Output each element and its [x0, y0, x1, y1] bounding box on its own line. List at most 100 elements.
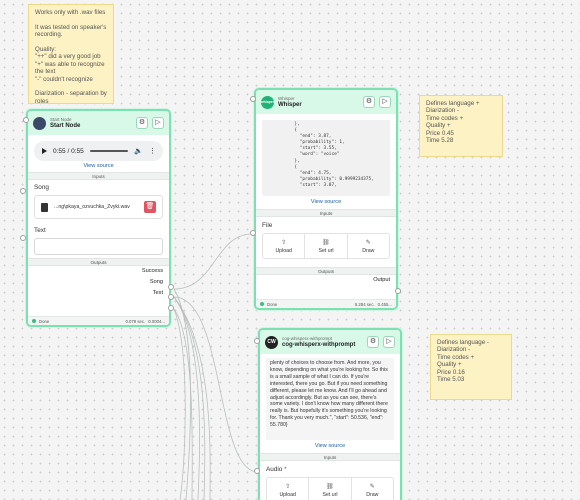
draw-button[interactable]: ✎ Draw: [348, 234, 389, 258]
audio-player[interactable]: 0:55 / 0:55 🔈 ⋮: [34, 141, 163, 161]
text-label: Text: [34, 227, 46, 234]
cog-audio-handle[interactable]: [254, 468, 260, 474]
whisper-logo-icon: whisper: [260, 95, 275, 109]
start-node-header[interactable]: Start Node Start Node ⚙ ▷: [28, 111, 169, 135]
more-icon[interactable]: ⋮: [149, 147, 156, 155]
note-whisper[interactable]: Defines language + Diarization - Time co…: [419, 95, 503, 157]
inputs-divider: Inputs: [256, 209, 396, 217]
wire-song-to-cog-audio: [173, 296, 259, 473]
whisper-node-header[interactable]: whisper Whisper Whisper ⚙ ▷: [256, 90, 396, 114]
cog-top-handle[interactable]: [254, 338, 260, 344]
pencil-icon: ✎: [365, 239, 371, 246]
run-icon[interactable]: ▷: [379, 96, 391, 108]
note-left[interactable]: Works only with .wav files It was tested…: [28, 4, 114, 127]
output-song: Song: [149, 279, 163, 285]
wire-song-to-whisper-file: [173, 233, 253, 290]
start-node-top-handle[interactable]: [23, 117, 29, 123]
text-input-handle[interactable]: [20, 235, 26, 241]
output-text: Text: [152, 290, 163, 296]
whisper-node-title: Whisper: [278, 102, 302, 108]
wire-song-down-4: [173, 288, 191, 500]
draw-button[interactable]: ✎ Draw: [352, 478, 393, 500]
output-success: Success: [141, 268, 163, 274]
settings-icon[interactable]: ⚙: [363, 96, 375, 108]
whisper-node-footer: Done 5.284 sec. 0.455...: [256, 299, 396, 308]
wire-song-down-1: [173, 296, 200, 500]
start-node-title: Start Node: [50, 123, 81, 129]
whisper-node[interactable]: whisper Whisper Whisper ⚙ ▷ }, { "end": …: [254, 88, 398, 310]
run-time: 0.078 sec.: [125, 318, 146, 324]
success-output-handle[interactable]: [168, 284, 174, 290]
start-node-subtitle: Start Node: [50, 117, 72, 122]
song-label: Song: [34, 184, 49, 191]
outputs-label: Outputs: [90, 260, 107, 265]
audio-input-buttons: ⇧ Upload ⛓ Set url ✎ Draw: [266, 477, 394, 500]
outputs-divider: Outputs: [28, 258, 169, 266]
note-cog[interactable]: Defines language - Diarization - Time co…: [430, 334, 512, 400]
file-icon: [41, 202, 48, 212]
audio-progress[interactable]: [89, 150, 129, 152]
status-text: Done: [39, 318, 50, 324]
upload-icon: ⇧: [281, 239, 287, 246]
play-icon[interactable]: [42, 148, 47, 154]
cog-whisperx-node[interactable]: CW cog-whisperx-withprompt cog-whisperx-…: [258, 328, 402, 500]
status-dot: [32, 319, 36, 323]
run-icon[interactable]: ▷: [383, 336, 395, 348]
file-input-buttons: ⇧ Upload ⛓ Set url ✎ Draw: [262, 233, 390, 259]
file-name: ...ng\pkaya_ozvuchka_Zvyki.wav: [54, 204, 130, 210]
audio-label: Audio *: [266, 466, 287, 473]
delete-icon[interactable]: 🗑: [144, 201, 156, 213]
start-node[interactable]: Start Node Start Node ⚙ ▷ 0:55 / 0:55 🔈 …: [26, 109, 171, 327]
start-node-input-handle[interactable]: [20, 188, 26, 194]
status-text: Done: [267, 301, 278, 307]
whisper-file-handle[interactable]: [250, 230, 256, 236]
audio-time: 0:55 / 0:55: [53, 147, 84, 155]
volume-icon[interactable]: 🔈: [134, 147, 143, 155]
upload-button[interactable]: ⇧ Upload: [263, 234, 306, 258]
upload-label: Upload: [275, 247, 292, 254]
whisper-node-subtitle: Whisper: [278, 96, 295, 101]
text-output-handle[interactable]: [168, 305, 174, 311]
whisper-top-handle[interactable]: [250, 96, 256, 102]
pencil-icon: ✎: [369, 483, 375, 490]
settings-icon[interactable]: ⚙: [136, 117, 148, 129]
view-source-link[interactable]: View source: [260, 443, 400, 449]
set-url-button[interactable]: ⛓ Set url: [309, 478, 352, 500]
whisper-output-handle[interactable]: [395, 288, 401, 294]
cog-node-subtitle: cog-whisperx-withprompt: [282, 336, 333, 341]
view-source-link[interactable]: View source: [256, 199, 396, 205]
link-icon: ⛓: [326, 483, 334, 490]
set-url-label: Set url: [318, 247, 334, 254]
wire-text-down-2: [173, 308, 186, 500]
inputs-divider: Inputs: [260, 453, 400, 461]
file-label: File: [256, 217, 396, 231]
outputs-label: Outputs: [317, 269, 335, 274]
cog-node-header[interactable]: CW cog-whisperx-withprompt cog-whisperx-…: [260, 330, 400, 354]
settings-icon[interactable]: ⚙: [367, 336, 379, 348]
inputs-label: Inputs: [92, 174, 105, 179]
start-node-footer: Done 0.078 sec. 0.0004...: [28, 316, 169, 325]
inputs-label: Inputs: [323, 455, 337, 460]
view-source-link[interactable]: View source: [28, 163, 169, 169]
cog-node-title: cog-whisperx-withprompt: [282, 342, 356, 348]
set-url-button[interactable]: ⛓ Set url: [305, 234, 348, 258]
song-output-handle[interactable]: [168, 294, 174, 300]
status-dot: [260, 302, 264, 306]
upload-button[interactable]: ⇧ Upload: [267, 478, 310, 500]
upload-label: Upload: [279, 491, 296, 498]
outputs-divider: Outputs: [256, 267, 396, 275]
draw-label: Draw: [362, 247, 375, 254]
text-input[interactable]: [34, 238, 163, 255]
wire-song-down-3: [173, 296, 211, 500]
run-cost: 0.455...: [377, 301, 392, 307]
cog-output-text: plenty of choices to choose from. And mo…: [266, 358, 394, 440]
run-icon[interactable]: ▷: [152, 117, 164, 129]
song-file[interactable]: ...ng\pkaya_ozvuchka_Zvyki.wav 🗑: [34, 195, 163, 219]
flow-canvas[interactable]: Works only with .wav files It was tested…: [0, 0, 580, 500]
run-time: 5.284 sec.: [354, 301, 375, 307]
whisper-logo-text: whisper: [260, 100, 275, 104]
link-icon: ⛓: [322, 239, 330, 246]
draw-label: Draw: [366, 491, 379, 498]
output-output: Output: [373, 277, 390, 283]
whisper-output-code: }, { "end": 3.87, "probability": 1, "sta…: [262, 120, 390, 196]
